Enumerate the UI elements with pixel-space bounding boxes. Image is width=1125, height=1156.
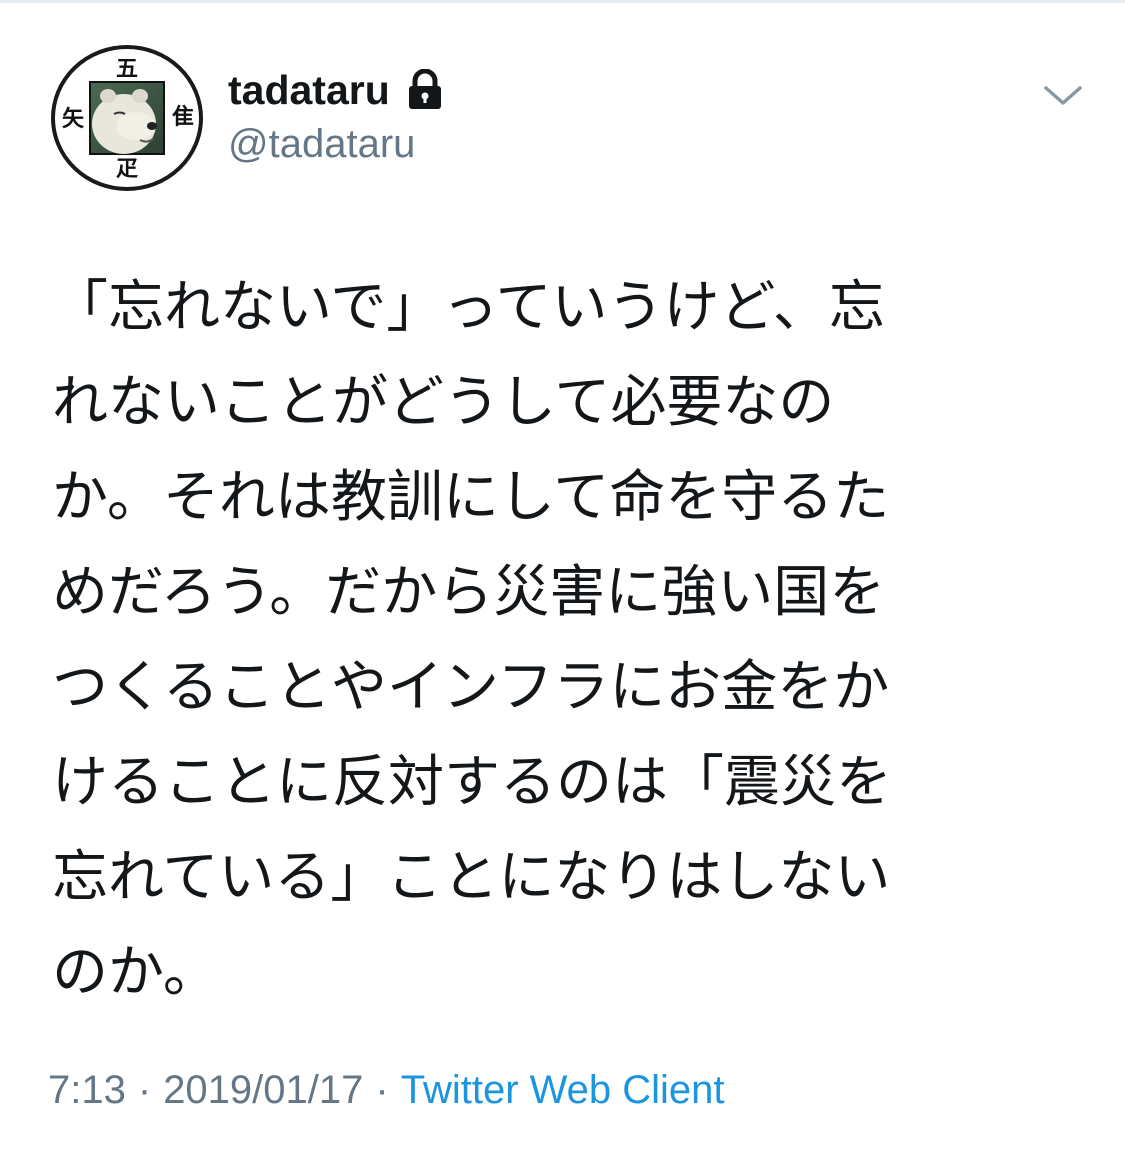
tweet-date[interactable]: 2019/01/17 bbox=[163, 1060, 363, 1120]
chevron-down-icon[interactable] bbox=[1038, 78, 1088, 112]
avatar-char-left: 矢 bbox=[62, 106, 85, 132]
lock-icon bbox=[406, 68, 444, 111]
avatar-char-right: 隹 bbox=[172, 104, 194, 130]
top-divider bbox=[0, 0, 1125, 3]
tweet-line: のか。 bbox=[52, 940, 219, 1005]
tweet-line: 「忘れないで」っていうけど、忘 bbox=[52, 275, 885, 340]
tweet-line: 忘れている」ことになりはしない bbox=[52, 845, 891, 910]
avatar-char-top: 五 bbox=[116, 56, 138, 82]
meta-separator: · bbox=[375, 1068, 389, 1112]
tweet-client-link[interactable]: Twitter Web Client bbox=[401, 1060, 725, 1120]
tweet-line: めだろう。だから災害に強い国を bbox=[52, 560, 886, 625]
avatar-char-bottom: 疋 bbox=[116, 156, 138, 182]
avatar[interactable]: 五 矢 隹 疋 bbox=[48, 44, 208, 194]
user-name-row: tadataru bbox=[228, 62, 444, 118]
tweet-line: けることに反対するのは「震災を bbox=[52, 750, 892, 815]
tweet-line: つくることやインフラにお金をか bbox=[52, 655, 890, 720]
tweet-line: か。それは教訓にして命を守るた bbox=[52, 465, 890, 530]
display-name[interactable]: tadataru bbox=[228, 62, 390, 118]
tweet-text: 「忘れないで」っていうけど、忘 れないことがどうして必要なの か。それは教訓にし… bbox=[52, 260, 1052, 1020]
avatar-seal-image: 五 矢 隹 疋 bbox=[51, 45, 203, 191]
tweet-line: れないことがどうして必要なの bbox=[52, 370, 835, 435]
meta-separator: · bbox=[137, 1068, 152, 1112]
tweet-meta: 7:13 · 2019/01/17 · Twitter Web Client bbox=[48, 1060, 725, 1120]
user-handle[interactable]: @tadataru bbox=[228, 118, 415, 170]
tweet-time[interactable]: 7:13 bbox=[48, 1060, 126, 1120]
